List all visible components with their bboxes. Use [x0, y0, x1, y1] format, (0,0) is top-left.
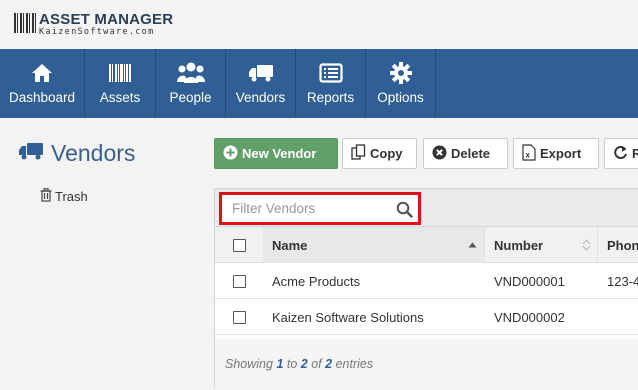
- copy-label: Copy: [370, 146, 403, 161]
- nav-label: Vendors: [235, 90, 286, 105]
- nav-options[interactable]: Options: [366, 49, 436, 118]
- info-from: 1: [276, 357, 284, 371]
- app-logo[interactable]: ASSET MANAGER KaizenSoftware.com: [14, 12, 173, 38]
- column-header-phone[interactable]: Phone: [607, 227, 638, 263]
- logo-title: ASSET MANAGER: [39, 11, 174, 28]
- people-icon: [176, 61, 205, 85]
- info-total: 2: [325, 357, 333, 371]
- vendor-number: VND000002: [494, 309, 565, 325]
- barcode-logo-icon: [14, 13, 36, 33]
- truck-icon: [248, 61, 274, 85]
- info-of-word: of: [311, 357, 322, 371]
- vendors-panel: Name Number Phone Acme Products VND00000…: [214, 188, 638, 389]
- nav-dashboard[interactable]: Dashboard: [0, 49, 85, 118]
- info-to-word: to: [286, 357, 298, 371]
- row-checkbox[interactable]: [233, 310, 246, 324]
- search-icon[interactable]: [396, 201, 413, 223]
- barcode-icon: [108, 61, 132, 85]
- info-suffix: entries: [335, 357, 374, 371]
- column-header-name[interactable]: Name: [272, 227, 307, 263]
- refresh-icon: [613, 145, 628, 163]
- excel-file-icon: x: [522, 143, 536, 164]
- top-bar: ASSET MANAGER KaizenSoftware.com: [0, 0, 638, 49]
- column-label: Number: [494, 237, 544, 253]
- svg-text:x: x: [526, 150, 531, 159]
- vendor-name[interactable]: Kaizen Software Solutions: [272, 299, 424, 335]
- trash-icon: [40, 188, 52, 205]
- sort-ascending-icon[interactable]: [468, 227, 477, 263]
- nav-reports[interactable]: Reports: [296, 49, 366, 118]
- list-icon: [318, 61, 343, 85]
- nav-people[interactable]: People: [156, 49, 226, 118]
- column-label: Name: [272, 237, 308, 253]
- truck-icon: [18, 141, 44, 166]
- trash-label: Trash: [55, 189, 88, 204]
- nav-label: Reports: [306, 90, 355, 105]
- table-row[interactable]: Kaizen Software Solutions VND000002: [215, 299, 638, 335]
- info-to: 2: [300, 357, 308, 371]
- gear-icon: [389, 61, 412, 85]
- vendors-table: Name Number Phone Acme Products VND00000…: [215, 227, 638, 335]
- table-info: Showing 1 to 2 of 2 entries: [215, 339, 638, 389]
- vendor-number: VND000001: [494, 273, 565, 289]
- export-label: Export: [540, 146, 582, 161]
- page-title-text: Vendors: [51, 140, 136, 166]
- new-vendor-button[interactable]: New Vendor: [214, 138, 338, 169]
- sort-both-icon[interactable]: [582, 227, 591, 263]
- logo-subtitle: KaizenSoftware.com: [39, 27, 155, 37]
- nav-label: Assets: [99, 90, 141, 105]
- nav-label: Options: [377, 90, 424, 105]
- copy-icon: [351, 144, 366, 163]
- main-nav: Dashboard Assets People Vendors Reports …: [0, 49, 638, 118]
- remove-circle-icon: [432, 145, 447, 163]
- table-row[interactable]: Acme Products VND000001 123-4: [215, 263, 638, 299]
- copy-button[interactable]: Copy: [342, 138, 417, 169]
- plus-circle-icon: [223, 145, 238, 163]
- page-title: Vendors: [18, 140, 135, 167]
- refresh-button[interactable]: R: [604, 138, 638, 169]
- export-button[interactable]: x Export: [513, 138, 599, 169]
- filter-vendors-input[interactable]: [222, 201, 382, 216]
- info-prefix: Showing: [225, 357, 273, 371]
- filter-bar: [215, 189, 638, 227]
- column-header-number[interactable]: Number: [494, 227, 543, 263]
- nav-label: People: [169, 90, 212, 105]
- table-header: Name Number Phone: [215, 227, 638, 263]
- home-icon: [31, 61, 53, 85]
- new-vendor-label: New Vendor: [242, 146, 317, 161]
- column-label: Phone: [607, 237, 638, 253]
- refresh-label: R: [632, 146, 638, 161]
- select-all-checkbox[interactable]: [233, 238, 246, 252]
- nav-vendors[interactable]: Vendors: [226, 49, 296, 118]
- vendor-phone: 123-4: [607, 273, 638, 289]
- delete-button[interactable]: Delete: [423, 138, 508, 169]
- delete-label: Delete: [451, 146, 491, 161]
- filter-box: [219, 192, 421, 225]
- nav-label: Dashboard: [8, 90, 76, 105]
- vendor-name[interactable]: Acme Products: [272, 263, 360, 299]
- row-checkbox[interactable]: [233, 274, 246, 288]
- nav-assets[interactable]: Assets: [85, 49, 156, 118]
- sidebar-item-trash[interactable]: Trash: [40, 188, 88, 205]
